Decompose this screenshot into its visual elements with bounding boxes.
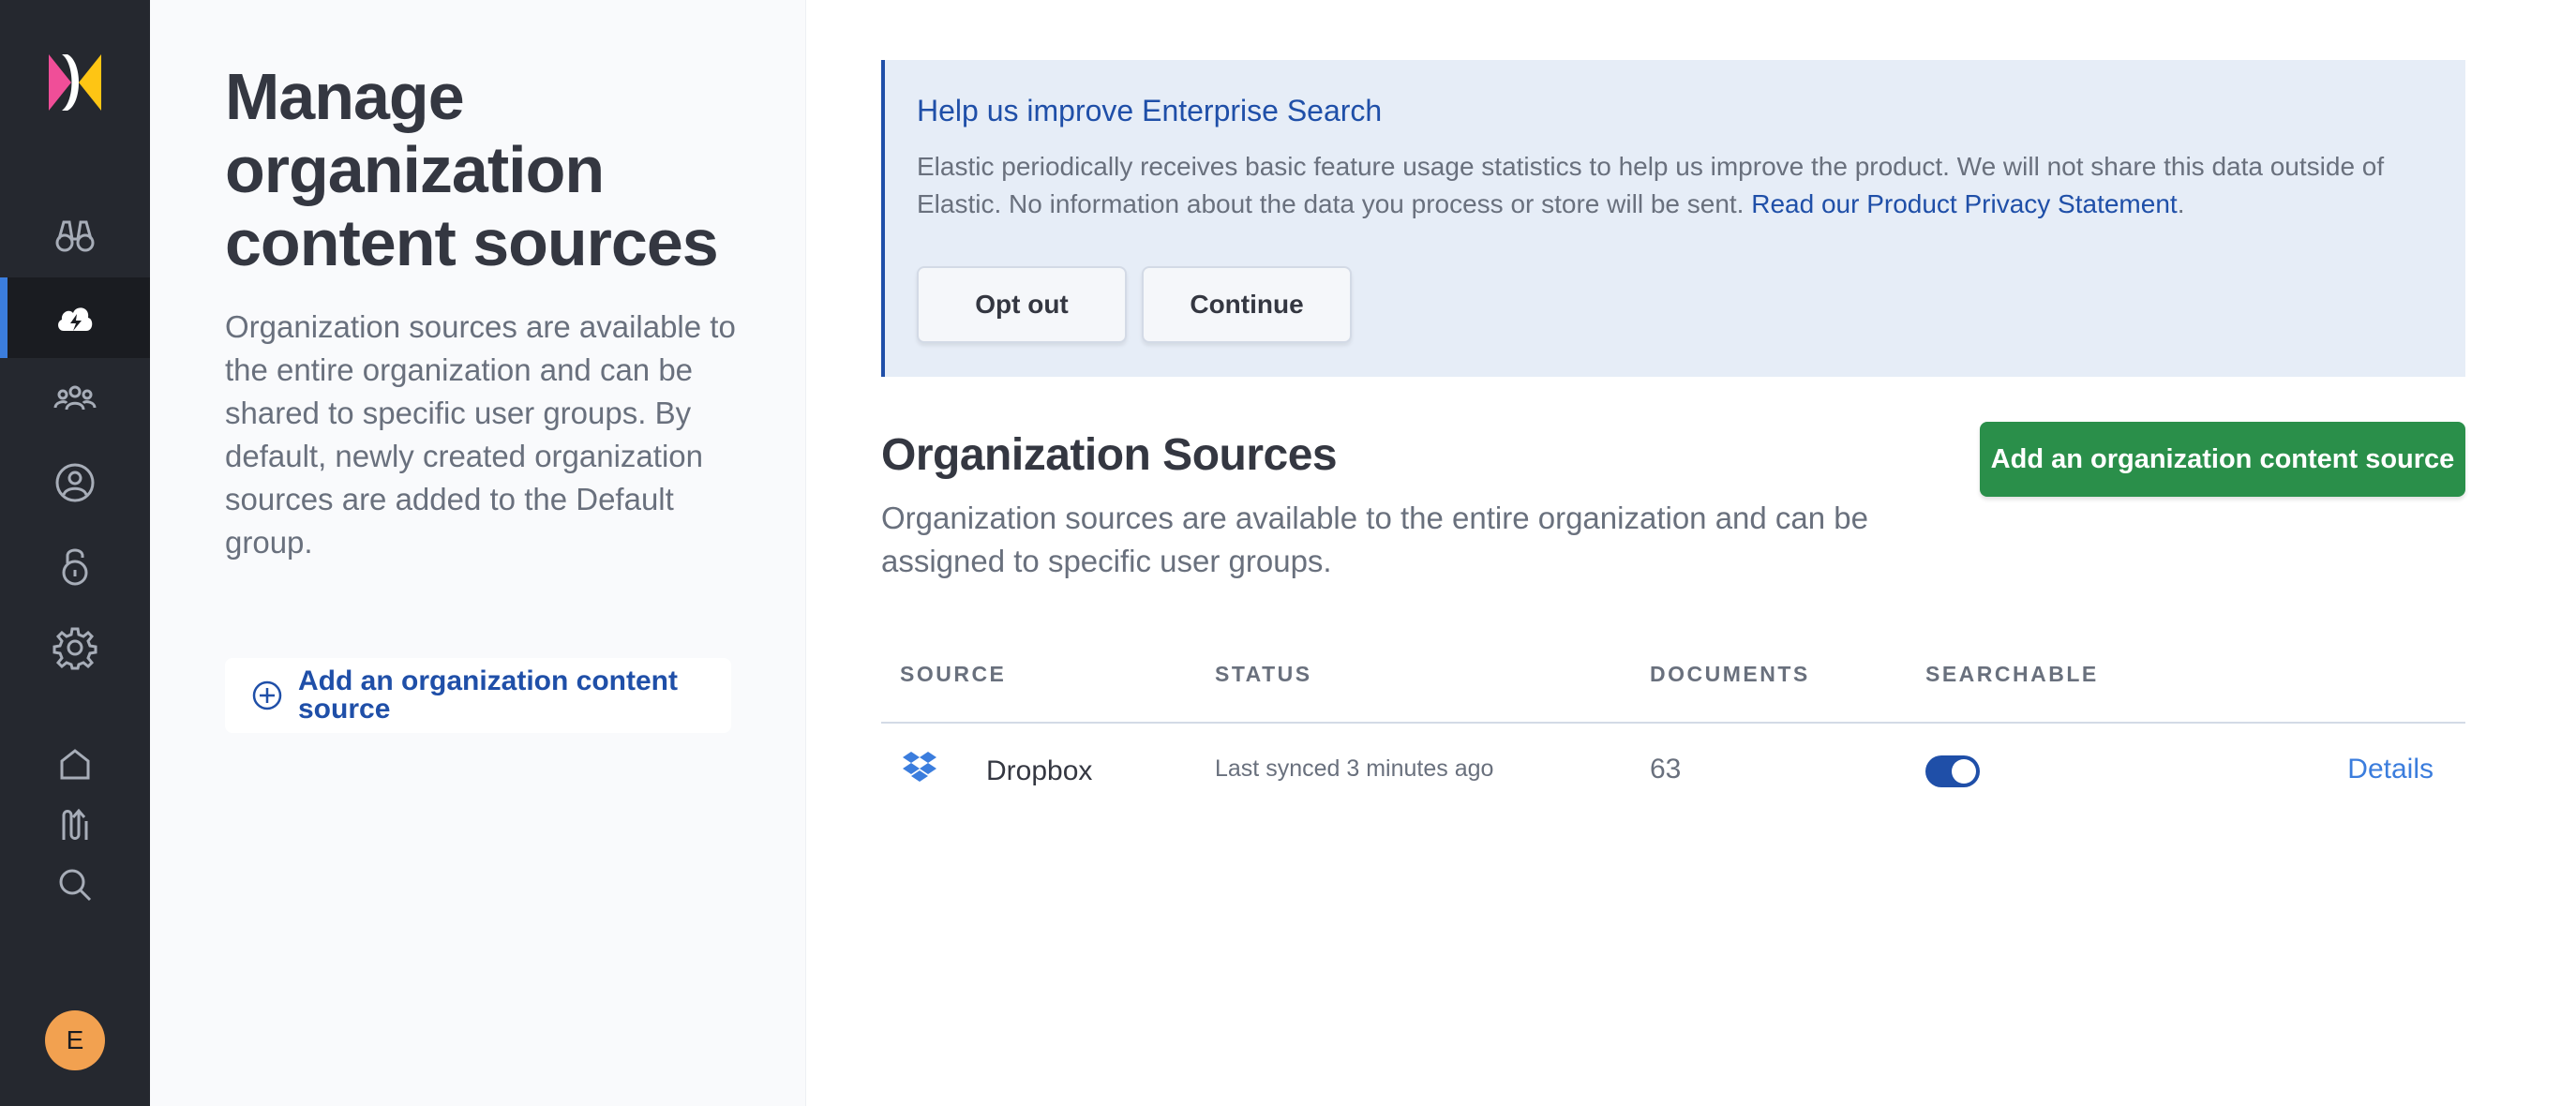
callout-title: Help us improve Enterprise Search xyxy=(917,94,1383,127)
page-description: Organization sources are available to th… xyxy=(225,309,736,560)
cloud-lightning-icon xyxy=(58,307,93,331)
callout-body: Elastic periodically receives basic feat… xyxy=(917,148,2435,223)
side-add-source-link[interactable]: Add an organization content source xyxy=(225,658,731,733)
search-icon xyxy=(59,869,92,902)
nav-search[interactable] xyxy=(0,859,150,911)
telemetry-callout: Help us improve Enterprise Search Elasti… xyxy=(881,60,2465,377)
arrows-up-down-icon xyxy=(62,808,88,840)
dropbox-icon xyxy=(903,752,936,782)
section-description: Organization sources are available to th… xyxy=(881,501,1869,578)
add-content-source-button[interactable]: Add an organization content source xyxy=(1980,422,2465,497)
page-title: Manage organization content sources xyxy=(225,60,719,279)
continue-button[interactable]: Continue xyxy=(1142,266,1352,343)
searchable-toggle[interactable] xyxy=(1925,755,1980,787)
lock-icon xyxy=(62,548,88,586)
header-source: SOURCE xyxy=(900,662,1007,686)
enterprise-search-logo-icon[interactable] xyxy=(49,54,101,111)
header-documents: DOCUMENTS xyxy=(1650,662,1810,686)
nav-content-sources[interactable] xyxy=(0,277,150,358)
nav-security[interactable] xyxy=(0,525,150,605)
section-title: Organization Sources xyxy=(881,430,1338,480)
nav-users[interactable] xyxy=(0,442,150,523)
details-link[interactable]: Details xyxy=(2347,754,2434,785)
binoculars-icon xyxy=(55,220,95,252)
user-avatar[interactable]: E xyxy=(45,1010,105,1070)
users-icon xyxy=(53,385,97,411)
header-status: STATUS xyxy=(1215,662,1312,686)
source-documents: 63 xyxy=(1650,754,1682,785)
privacy-statement-link[interactable]: Read our Product Privacy Statement xyxy=(1751,189,2177,218)
side-add-source-label: Add an organization content source xyxy=(298,665,678,725)
source-status: Last synced 3 minutes ago xyxy=(1215,755,1494,782)
table-row: Dropbox Last synced 3 minutes ago 63 Det… xyxy=(881,724,2465,817)
nav-rail: E xyxy=(0,0,150,1106)
gear-icon xyxy=(52,627,97,670)
nav-groups[interactable] xyxy=(0,360,150,441)
nav-home[interactable] xyxy=(0,739,150,791)
side-panel: Manage organization content sources Orga… xyxy=(150,0,806,1106)
nav-app-search[interactable] xyxy=(0,799,150,851)
callout-body-end: . xyxy=(2177,189,2185,218)
header-searchable: SEARCHABLE xyxy=(1925,662,2099,686)
home-icon xyxy=(60,749,90,780)
user-circle-icon xyxy=(55,463,95,502)
nav-settings[interactable] xyxy=(0,607,150,688)
plus-circle-icon xyxy=(252,680,282,710)
nav-search-overview[interactable] xyxy=(0,195,150,276)
opt-out-button[interactable]: Opt out xyxy=(917,266,1127,343)
source-name: Dropbox xyxy=(986,755,1093,786)
